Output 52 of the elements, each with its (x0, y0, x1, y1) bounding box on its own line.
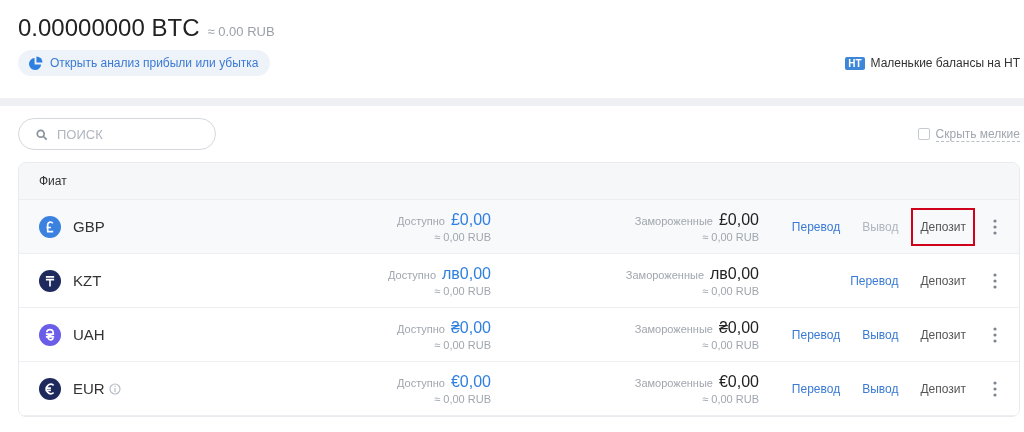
available-rub: ≈ 0,00 RUB (434, 284, 491, 297)
more-options-icon[interactable] (993, 272, 997, 289)
hide-small-label: Скрыть мелкие (935, 126, 1020, 142)
available-rub: ≈ 0,00 RUB (434, 230, 491, 243)
frozen-label: Замороженные (634, 376, 713, 389)
available-label: Доступно (396, 214, 445, 227)
frozen-rub: ≈ 0,00 RUB (702, 284, 759, 297)
action-link[interactable]: Перевод (782, 369, 850, 408)
frozen-rub: ≈ 0,00 RUB (702, 230, 759, 243)
available-label: Доступно (396, 322, 445, 335)
balance-amount: 0.00000000 BTC (18, 14, 200, 42)
frozen-amount: ₴0,00 (718, 318, 759, 337)
frozen-label: Замороженные (634, 322, 713, 335)
available-amount: лв0,00 (442, 264, 491, 283)
action-link[interactable]: Вывод (853, 315, 908, 354)
search-field[interactable]: ПОИСК (18, 118, 216, 150)
currency-code: GBP (73, 218, 105, 235)
more-options-icon[interactable] (993, 326, 997, 343)
available-rub: ≈ 0,00 RUB (434, 338, 491, 351)
more-options-icon[interactable] (993, 218, 997, 235)
available-amount: £0,00 (450, 210, 491, 229)
available-label: Доступно (396, 376, 445, 389)
frozen-amount: £0,00 (718, 210, 759, 229)
frozen-amount: лв0,00 (710, 264, 759, 283)
frozen-rub: ≈ 0,00 RUB (702, 392, 759, 405)
highlighted-action-link[interactable]: Депозит (911, 207, 975, 246)
frozen-rub: ≈ 0,00 RUB (702, 338, 759, 351)
ht-badge: HT (845, 56, 865, 70)
action-link[interactable]: Депозит (911, 369, 975, 408)
currency-code: UAH (73, 326, 105, 343)
more-options-icon[interactable] (993, 380, 997, 397)
section-title: Фиат (39, 174, 67, 188)
pnl-analysis-button[interactable]: Открыть анализ прибыли или убытка (18, 50, 271, 76)
available-amount: €0,00 (450, 372, 491, 391)
action-link[interactable]: Вывод (853, 369, 908, 408)
available-label: Доступно (388, 268, 436, 281)
available-amount: ₴0,00 (450, 318, 491, 337)
small-balances-link[interactable]: Маленькие балансы на HT (870, 56, 1020, 70)
available-rub: ≈ 0,00 RUB (434, 392, 491, 405)
action-link[interactable]: Перевод (841, 261, 908, 300)
frozen-label: Замороженные (634, 214, 713, 227)
action-link[interactable]: Депозит (911, 261, 975, 300)
pie-chart-icon (28, 55, 43, 71)
action-link[interactable]: Перевод (782, 207, 850, 246)
action-link[interactable]: Депозит (911, 315, 975, 354)
frozen-amount: €0,00 (718, 372, 759, 391)
action-link[interactable]: Перевод (782, 315, 850, 354)
frozen-label: Замороженные (625, 268, 704, 281)
currency-code: EUR (73, 380, 105, 397)
hide-small-checkbox[interactable] (917, 128, 930, 140)
currency-code: KZT (73, 272, 102, 289)
balance-approx: ≈ 0.00 RUB (207, 24, 275, 39)
